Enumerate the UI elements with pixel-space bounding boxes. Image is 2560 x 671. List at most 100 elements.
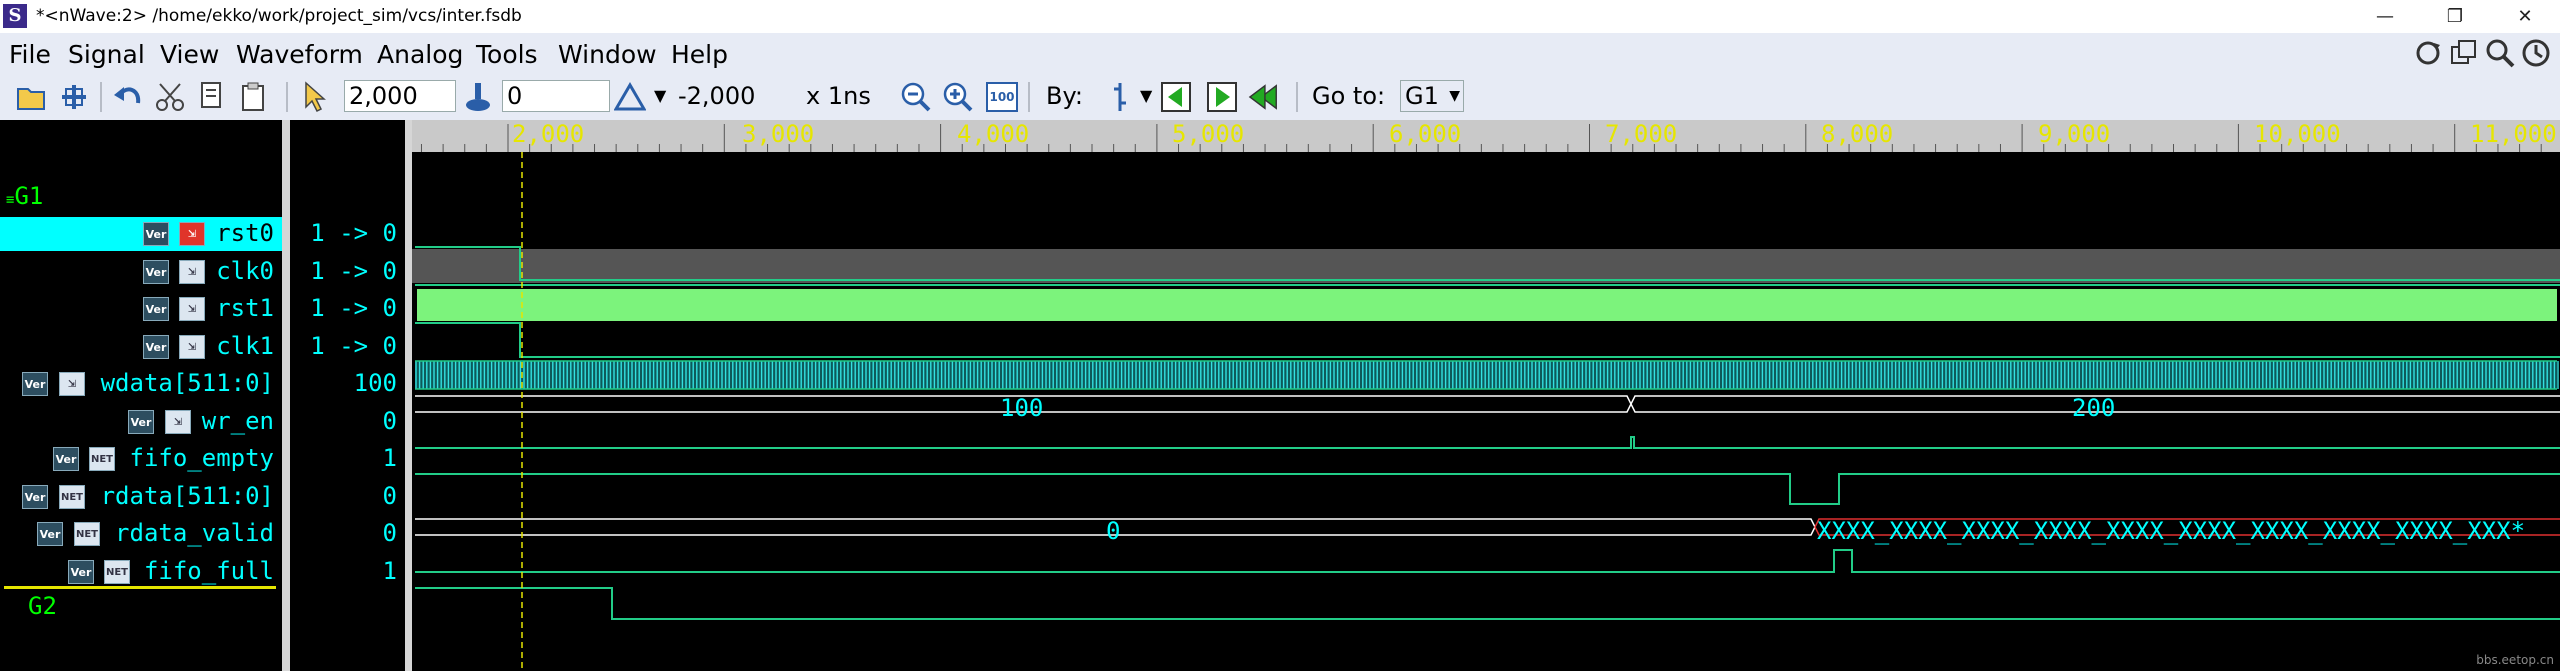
ruler-label: 4,000 xyxy=(957,120,1030,148)
minimize-button[interactable]: — xyxy=(2355,0,2415,33)
signal-name: rdata[511:0] xyxy=(100,482,274,510)
toolbar: 2,000 0 ▼ -2,000 x 1ns 100 By: ▼ Go to: … xyxy=(0,74,2560,120)
signal-row-fifo-empty[interactable]: Ver NET fifo_empty xyxy=(0,442,282,476)
ruler-label: 7,000 xyxy=(1605,120,1678,148)
by-dropdown-arrow[interactable]: ▼ xyxy=(1140,86,1152,105)
signal-row-clk0[interactable]: Ver ⇲ clk0 xyxy=(0,255,282,289)
search-by-icon[interactable] xyxy=(1104,81,1136,113)
search-backward-icon[interactable] xyxy=(1160,81,1192,113)
open-folder-icon[interactable] xyxy=(16,81,48,113)
menu-view[interactable]: View xyxy=(160,40,219,69)
wave-rst0-highlight xyxy=(412,249,2560,283)
signal-name: wr_en xyxy=(201,407,274,435)
cut-icon[interactable] xyxy=(154,81,186,113)
search-forward-icon[interactable] xyxy=(1206,81,1238,113)
marker-icon[interactable] xyxy=(462,81,494,113)
cursor-pointer-icon[interactable] xyxy=(300,81,332,113)
verilog-type-icon: Ver xyxy=(53,447,79,471)
input-port-icon: ⇲ xyxy=(179,222,205,246)
search-icon[interactable] xyxy=(2484,37,2516,69)
waveform-pane[interactable]: 2,000 3,000 4,000 5,000 6,000 7,000 8,00… xyxy=(412,120,2560,671)
search-previous-all-icon[interactable] xyxy=(1248,81,1280,113)
input-port-icon: ⇲ xyxy=(179,335,205,359)
goto-select-value: G1 xyxy=(1405,82,1439,110)
signal-name: fifo_empty xyxy=(129,444,275,472)
rdata-value-label: 0 xyxy=(1106,517,1121,545)
history-icon[interactable] xyxy=(2520,37,2552,69)
verilog-type-icon: Ver xyxy=(143,297,169,321)
net-type-icon: NET xyxy=(74,522,100,546)
input-port-icon: ⇲ xyxy=(179,297,205,321)
signal-value: 1 xyxy=(382,557,397,585)
input-port-icon: ⇲ xyxy=(165,410,191,434)
waveform-canvas[interactable] xyxy=(412,152,2560,671)
signal-row-rst0[interactable]: Ver ⇲ rst0 xyxy=(0,217,282,251)
menu-file[interactable]: File xyxy=(9,40,51,69)
signal-name: rst0 xyxy=(216,219,274,247)
verilog-type-icon: Ver xyxy=(68,560,94,584)
add-signal-icon[interactable] xyxy=(58,81,90,113)
windows-icon[interactable] xyxy=(2448,37,2480,69)
close-button[interactable]: ✕ xyxy=(2495,0,2555,33)
zoom-in-icon[interactable] xyxy=(942,81,974,113)
delta-dropdown-arrow[interactable]: ▼ xyxy=(654,86,666,105)
menu-bar: File Signal View Waveform Analog Tools W… xyxy=(0,33,2560,74)
signal-name: rdata_valid xyxy=(115,519,274,547)
wdata-value-label: 200 xyxy=(2072,394,2116,422)
signal-name: wdata[511:0] xyxy=(100,369,274,397)
menu-waveform[interactable]: Waveform xyxy=(236,40,363,69)
ruler-label: 10,000 xyxy=(2254,120,2341,148)
paste-icon[interactable] xyxy=(238,81,270,113)
signal-value: 100 xyxy=(353,369,397,397)
zoom-fit-button[interactable]: 100 xyxy=(986,82,1018,112)
signal-row-rdata-valid[interactable]: Ver NET rdata_valid xyxy=(0,517,282,551)
ruler-label: 9,000 xyxy=(2038,120,2111,148)
net-type-icon: NET xyxy=(104,560,130,584)
time-ruler[interactable]: 2,000 3,000 4,000 5,000 6,000 7,000 8,00… xyxy=(412,120,2560,152)
splitter-names-values[interactable] xyxy=(282,120,290,671)
group-g1-label[interactable]: ≡G1 xyxy=(6,182,43,210)
signal-value: 0 xyxy=(382,519,397,547)
copy-icon[interactable] xyxy=(196,81,228,113)
signal-row-clk1[interactable]: Ver ⇲ clk1 xyxy=(0,330,282,364)
cursor-time-input[interactable]: 2,000 xyxy=(344,80,456,112)
menu-window[interactable]: Window xyxy=(558,40,657,69)
ruler-label: 6,000 xyxy=(1389,120,1462,148)
group-divider xyxy=(4,586,276,589)
toolbar-separator xyxy=(100,82,102,112)
zoom-out-icon[interactable] xyxy=(900,81,932,113)
restore-button[interactable]: ❐ xyxy=(2425,0,2485,33)
verilog-type-icon: Ver xyxy=(128,410,154,434)
signal-row-rdata[interactable]: Ver NET rdata[511:0] xyxy=(0,480,282,514)
menu-signal[interactable]: Signal xyxy=(68,40,145,69)
undo-icon[interactable] xyxy=(112,81,144,113)
wave-fifo-full xyxy=(415,587,2560,620)
wave-fifo-empty xyxy=(415,473,2560,505)
wave-clk0 xyxy=(417,289,2557,321)
ruler-label: 11,000 xyxy=(2470,120,2557,148)
signal-row-wr-en[interactable]: Ver ⇲ wr_en xyxy=(0,405,282,439)
rdata-value-label: XXXX_XXXX_XXXX_XXXX_XXXX_XXXX_XXXX_XXXX_… xyxy=(1817,517,2526,545)
verilog-type-icon: Ver xyxy=(22,485,48,509)
wave-wr-en xyxy=(415,436,2560,449)
signal-name-pane: ≡G1 Ver ⇲ rst0 Ver ⇲ clk0 Ver ⇲ rst1 Ver… xyxy=(0,120,282,671)
delta-icon xyxy=(614,82,646,111)
ruler-label: 8,000 xyxy=(1821,120,1894,148)
net-type-icon: NET xyxy=(59,485,85,509)
marker-time-input[interactable]: 0 xyxy=(502,80,610,112)
menu-help[interactable]: Help xyxy=(671,40,728,69)
signal-value: 1 -> 0 xyxy=(310,257,397,285)
goto-select[interactable]: G1 ▼ xyxy=(1400,80,1464,112)
signal-row-rst1[interactable]: Ver ⇲ rst1 xyxy=(0,292,282,326)
signal-value: 1 xyxy=(382,444,397,472)
group-g2-label[interactable]: G2 xyxy=(28,592,57,620)
signal-row-wdata[interactable]: Ver ⇲ wdata[511:0] xyxy=(0,367,282,401)
menu-analog[interactable]: Analog xyxy=(377,40,463,69)
wave-clk1 xyxy=(415,360,2559,390)
signal-row-fifo-full[interactable]: Ver NET fifo_full xyxy=(0,555,282,589)
menu-tools[interactable]: Tools xyxy=(476,40,538,69)
toolbar-separator xyxy=(286,82,288,112)
input-port-icon: ⇲ xyxy=(59,372,85,396)
refresh-icon[interactable] xyxy=(2412,37,2444,69)
splitter-values-wave[interactable] xyxy=(405,120,412,671)
